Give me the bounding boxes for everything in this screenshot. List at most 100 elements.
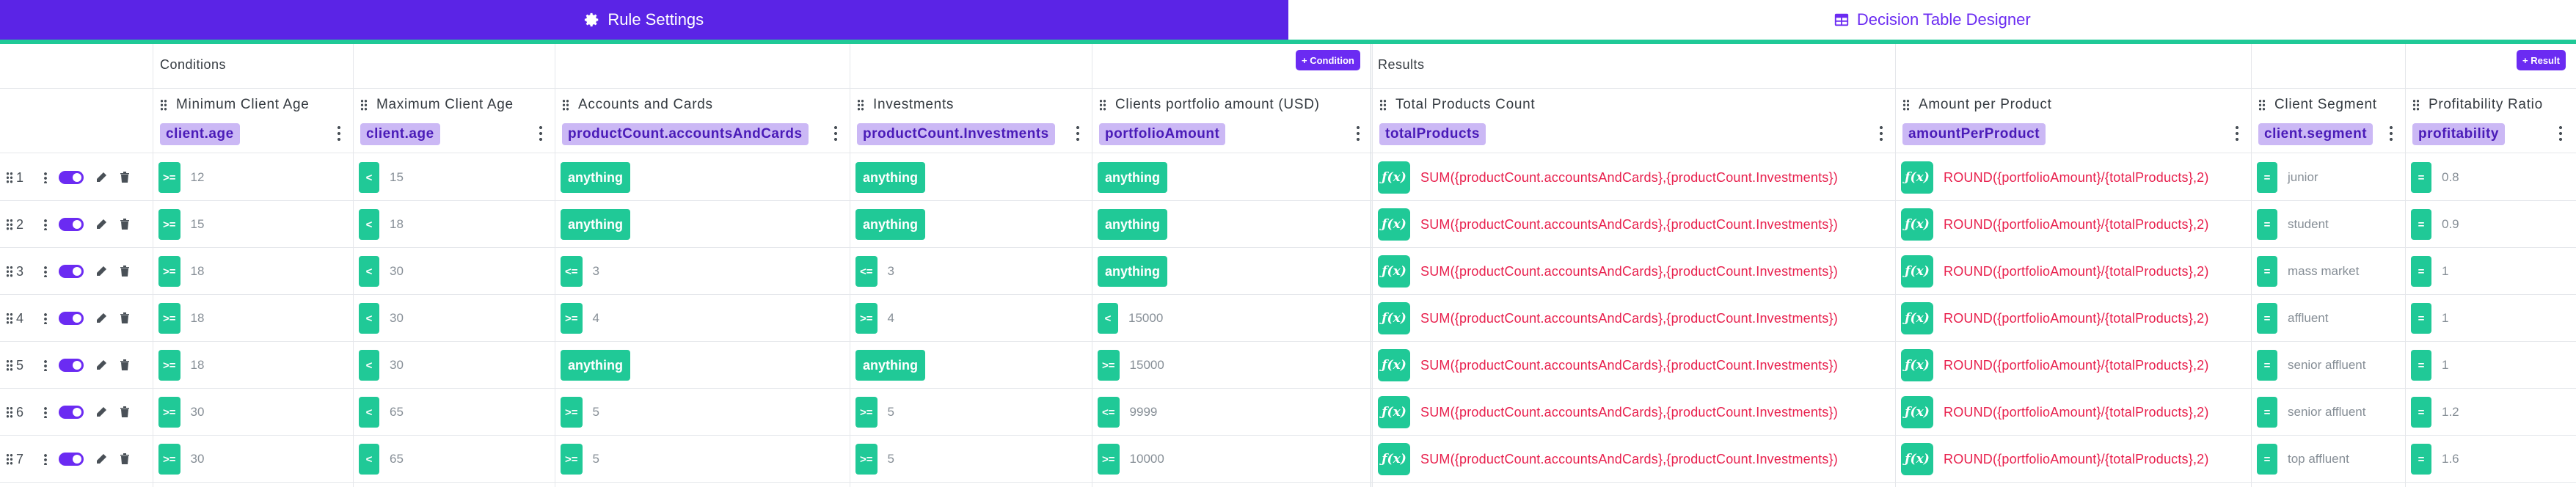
delete-icon[interactable] [119,453,131,465]
tab-decision-table-designer[interactable]: Decision Table Designer [1288,0,2576,40]
drag-handle-icon[interactable] [1902,99,1910,111]
row-menu-icon[interactable] [44,219,47,230]
column-header[interactable]: Client Segment [2258,94,2377,116]
delete-icon[interactable] [119,219,131,230]
row-enabled-toggle[interactable] [59,359,84,372]
anything-badge[interactable]: anything [561,162,630,193]
function-icon[interactable]: ƒ(x) [1901,396,1933,428]
investments-cell[interactable]: anything [855,201,925,248]
max-age-cell[interactable]: <65 [359,436,404,483]
edit-icon[interactable] [95,453,107,465]
function-icon[interactable]: ƒ(x) [1901,349,1933,381]
operator-badge[interactable]: >= [561,397,583,428]
total-products-cell[interactable]: ƒ(x) SUM({productCount.accountsAndCards},… [1378,201,1838,248]
operator-badge[interactable]: >= [158,444,180,475]
portfolio-cell[interactable]: >= 10000 [1098,436,1164,483]
function-icon[interactable]: ƒ(x) [1901,161,1933,194]
operator-badge[interactable]: >= [855,303,877,334]
operator-badge[interactable]: >= [855,397,877,428]
segment-cell[interactable]: = student [2257,201,2329,248]
column-field-pill[interactable]: client.segment [2258,123,2374,145]
edit-icon[interactable] [95,312,107,324]
column-field-pill[interactable]: totalProducts [1379,123,1486,145]
column-header[interactable]: Profitability Ratio [2412,94,2543,116]
accounts-cell[interactable]: >= 5 [561,436,599,483]
drag-handle-icon[interactable] [6,453,13,465]
column-field-pill[interactable]: client.age [360,123,440,145]
min-age-cell[interactable]: >= 18 [158,342,204,389]
function-icon[interactable]: ƒ(x) [1378,302,1410,334]
row-enabled-toggle[interactable] [59,453,84,466]
segment-cell[interactable]: = mass market [2257,248,2359,295]
anything-badge[interactable]: anything [1098,209,1167,240]
operator-badge[interactable]: >= [158,256,180,287]
operator-badge[interactable]: = [2411,350,2431,381]
accounts-cell[interactable]: anything [561,154,630,201]
operator-badge[interactable]: >= [158,162,180,193]
operator-badge[interactable]: <= [561,256,583,287]
edit-icon[interactable] [95,172,107,183]
function-icon[interactable]: ƒ(x) [1378,443,1410,475]
profitability-cell[interactable]: = 1 [2411,295,2448,342]
operator-badge[interactable]: = [2257,444,2277,475]
operator-badge[interactable]: >= [158,303,180,334]
column-header[interactable]: Total Products Count [1379,94,1535,116]
operator-badge[interactable]: >= [561,303,583,334]
amount-per-product-cell[interactable]: ƒ(x) ROUND({portfolioAmount}/{totalProduc… [1901,342,2209,389]
drag-handle-icon[interactable] [2258,99,2266,111]
portfolio-cell[interactable]: <15000 [1098,295,1163,342]
amount-per-product-cell[interactable]: ƒ(x) ROUND({portfolioAmount}/{totalProduc… [1901,436,2209,483]
function-icon[interactable]: ƒ(x) [1378,161,1410,194]
row-menu-icon[interactable] [44,266,47,277]
edit-icon[interactable] [95,266,107,277]
drag-handle-icon[interactable] [6,266,13,277]
row-enabled-toggle[interactable] [59,265,84,278]
operator-badge[interactable]: <= [855,256,877,287]
function-icon[interactable]: ƒ(x) [1378,255,1410,288]
edit-icon[interactable] [95,219,107,230]
add-result-button[interactable]: + Result [2517,50,2566,70]
total-products-cell[interactable]: ƒ(x) SUM({productCount.accountsAndCards},… [1378,436,1838,483]
operator-badge[interactable]: < [359,256,379,287]
row-enabled-toggle[interactable] [59,218,84,231]
function-icon[interactable]: ƒ(x) [1901,443,1933,475]
row-number[interactable]: 1 [6,154,23,201]
operator-badge[interactable]: >= [158,209,180,240]
investments-cell[interactable]: anything [855,342,925,389]
segment-cell[interactable]: = senior affluent [2257,389,2365,436]
amount-per-product-cell[interactable]: ƒ(x) ROUND({portfolioAmount}/{totalProduc… [1901,295,2209,342]
delete-icon[interactable] [119,172,131,183]
operator-badge[interactable]: = [2257,397,2277,428]
column-header[interactable]: Clients portfolio amount (USD) [1099,94,1320,116]
row-enabled-toggle[interactable] [59,312,84,325]
min-age-cell[interactable]: >= 30 [158,436,204,483]
profitability-cell[interactable]: = 1 [2411,248,2448,295]
max-age-cell[interactable]: <30 [359,342,404,389]
drag-handle-icon[interactable] [6,406,13,418]
profitability-cell[interactable]: = 0.9 [2411,201,2459,248]
drag-handle-icon[interactable] [6,312,13,324]
column-field-pill[interactable]: amountPerProduct [1902,123,2046,145]
drag-handle-icon[interactable] [160,99,167,111]
investments-cell[interactable]: >= 4 [855,295,894,342]
operator-badge[interactable]: = [2411,397,2431,428]
drag-handle-icon[interactable] [1379,99,1387,111]
column-menu-icon[interactable] [2558,125,2563,142]
edit-icon[interactable] [95,359,107,371]
delete-icon[interactable] [119,406,131,418]
portfolio-cell[interactable]: <= 9999 [1098,389,1157,436]
column-menu-icon[interactable] [2389,125,2393,142]
total-products-cell[interactable]: ƒ(x) SUM({productCount.accountsAndCards},… [1378,389,1838,436]
amount-per-product-cell[interactable]: ƒ(x) ROUND({portfolioAmount}/{totalProduc… [1901,201,2209,248]
investments-cell[interactable]: >= 5 [855,389,894,436]
max-age-cell[interactable]: <18 [359,201,404,248]
row-number[interactable]: 7 [6,436,23,483]
drag-handle-icon[interactable] [6,359,13,371]
column-menu-icon[interactable] [2235,125,2239,142]
column-field-pill[interactable]: client.age [160,123,240,145]
anything-badge[interactable]: anything [1098,162,1167,193]
column-header[interactable]: Investments [857,94,954,116]
accounts-cell[interactable]: >= 4 [561,295,599,342]
operator-badge[interactable]: <= [1098,397,1120,428]
column-header[interactable]: Maximum Client Age [360,94,514,116]
